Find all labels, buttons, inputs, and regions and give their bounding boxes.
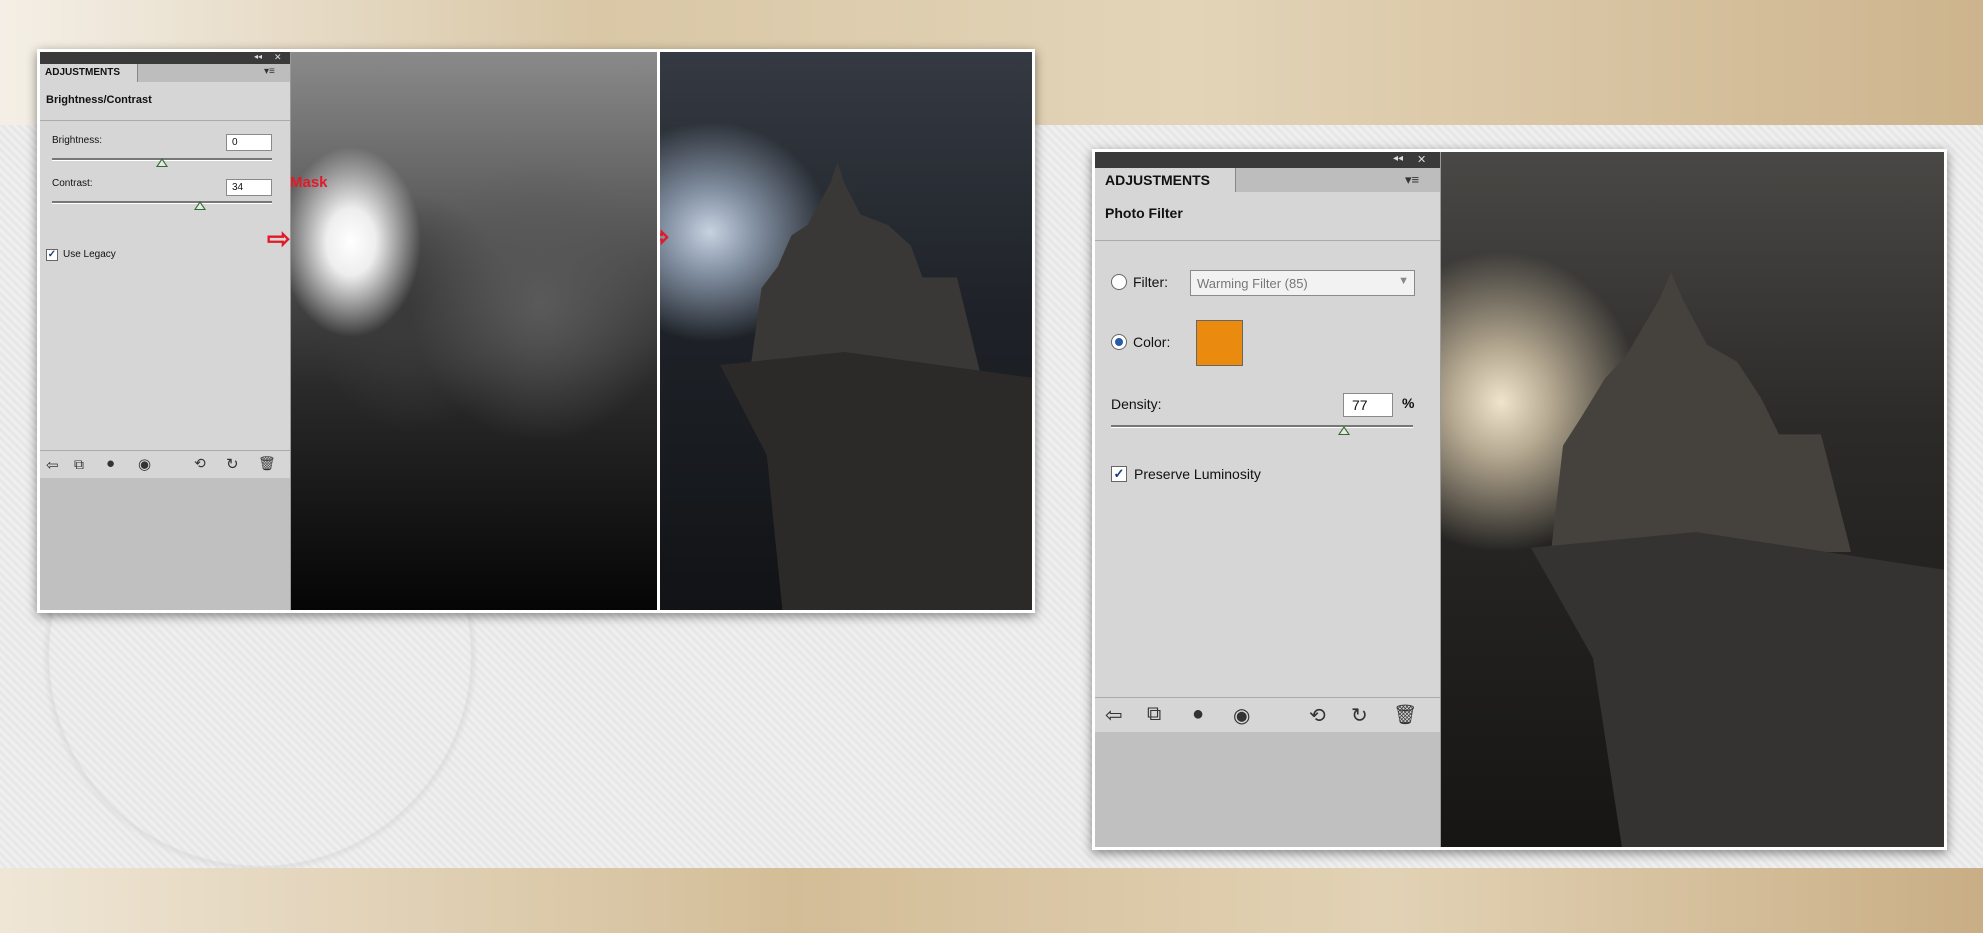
filter-label: Filter: — [1133, 274, 1168, 290]
preserve-luminosity-label: Preserve Luminosity — [1134, 466, 1261, 482]
density-unit: % — [1402, 395, 1415, 411]
adjustment-title: Brightness/Contrast — [46, 94, 152, 106]
brightness-field[interactable]: 0 — [226, 134, 272, 151]
filter-dropdown-value: Warming Filter (85) — [1197, 276, 1308, 291]
preserve-luminosity-checkbox[interactable]: ✓ — [1111, 466, 1127, 482]
castle-silhouette — [750, 162, 980, 372]
panel-menu-icon[interactable]: ▾≡ — [1405, 172, 1419, 188]
panel-menu-icon[interactable]: ▾≡ — [264, 66, 275, 77]
panel-title-bar: ◂◂ ✕ — [1095, 152, 1440, 168]
tab-adjustments[interactable]: ADJUSTMENTS — [40, 64, 138, 82]
mask-arrow-icon: ⇨ — [267, 223, 291, 254]
panel-empty-area — [1095, 732, 1440, 847]
density-field[interactable]: 77 — [1343, 393, 1393, 417]
castle-photo-right — [1441, 152, 1944, 847]
adjustments-panel-photo-filter: ◂◂ ✕ ADJUSTMENTS ▾≡ Photo Filter Filter:… — [1095, 152, 1441, 847]
density-label: Density: — [1111, 396, 1162, 412]
tab-label: ADJUSTMENTS — [1105, 172, 1211, 188]
panel-footer: ⇦ ⧉ ● ◉ ⟲ ↻ 🗑 — [1095, 697, 1440, 733]
trash-icon[interactable]: 🗑 — [1393, 703, 1417, 727]
left-screenshot: ◂◂ ✕ ADJUSTMENTS ▾≡ Brightness/Contrast … — [37, 49, 1035, 613]
reset-icon[interactable]: ↻ — [1351, 703, 1368, 728]
visibility-toggle-icon[interactable]: ● — [1192, 703, 1204, 726]
close-icon[interactable]: ✕ — [1417, 153, 1426, 166]
previous-state-icon[interactable]: ⟲ — [1309, 703, 1326, 728]
tab-label: ADJUSTMENTS — [45, 67, 121, 78]
cliff-silhouette — [720, 352, 1032, 610]
adjustment-title: Photo Filter — [1105, 205, 1183, 221]
panel-empty-area — [40, 478, 290, 610]
filter-dropdown[interactable]: Warming Filter (85) ▼ — [1190, 270, 1415, 296]
back-arrow-icon[interactable]: ⇦ — [46, 456, 59, 474]
previous-state-icon[interactable]: ⟲ — [194, 455, 206, 472]
castle-silhouette — [1551, 272, 1851, 552]
density-slider[interactable] — [1111, 425, 1413, 428]
contrast-slider[interactable] — [52, 201, 272, 204]
use-legacy-checkbox[interactable]: ✓ — [46, 249, 58, 261]
brightness-slider-thumb[interactable] — [156, 158, 168, 167]
cliff-silhouette — [1531, 532, 1944, 847]
reset-icon[interactable]: ↻ — [226, 455, 239, 473]
use-legacy-label: Use Legacy — [63, 249, 116, 260]
visibility-toggle-icon[interactable]: ● — [106, 455, 115, 472]
panel-footer: ⇦ ⧉ ● ◉ ⟲ ↻ 🗑 — [40, 450, 290, 479]
eye-icon[interactable]: ◉ — [138, 455, 151, 473]
eye-icon[interactable]: ◉ — [1233, 703, 1250, 728]
clip-icon[interactable]: ⧉ — [74, 456, 84, 473]
tab-adjustments[interactable]: ADJUSTMENTS — [1095, 168, 1236, 192]
color-radio[interactable] — [1111, 334, 1127, 350]
mask-label: Mask — [290, 174, 328, 191]
bottom-band — [0, 868, 1983, 933]
filter-radio[interactable] — [1111, 274, 1127, 290]
title-separator — [40, 120, 290, 121]
trash-icon[interactable]: 🗑 — [258, 455, 276, 472]
castle-photo-left: ⇨ — [660, 52, 1032, 610]
density-slider-thumb[interactable] — [1337, 426, 1350, 435]
collapse-icon[interactable]: ◂◂ — [254, 52, 262, 61]
adjustments-panel-brightness: ◂◂ ✕ ADJUSTMENTS ▾≡ Brightness/Contrast … — [40, 52, 291, 610]
chevron-down-icon: ▼ — [1398, 275, 1409, 287]
panel-title-bar: ◂◂ ✕ — [40, 52, 290, 64]
contrast-field[interactable]: 34 — [226, 179, 272, 196]
color-swatch[interactable] — [1196, 320, 1243, 366]
close-icon[interactable]: ✕ — [274, 52, 282, 63]
collapse-icon[interactable]: ◂◂ — [1393, 153, 1403, 164]
clip-icon[interactable]: ⧉ — [1147, 703, 1161, 726]
back-arrow-icon[interactable]: ⇦ — [1105, 703, 1123, 728]
title-separator — [1095, 240, 1440, 241]
photo-arrow-icon: ⇨ — [660, 220, 669, 253]
right-screenshot: ◂◂ ✕ ADJUSTMENTS ▾≡ Photo Filter Filter:… — [1092, 149, 1947, 850]
layer-mask-preview — [291, 52, 657, 610]
color-label: Color: — [1133, 334, 1171, 350]
brightness-label: Brightness: — [52, 135, 103, 146]
contrast-slider-thumb[interactable] — [194, 201, 206, 210]
contrast-label: Contrast: — [52, 178, 93, 189]
